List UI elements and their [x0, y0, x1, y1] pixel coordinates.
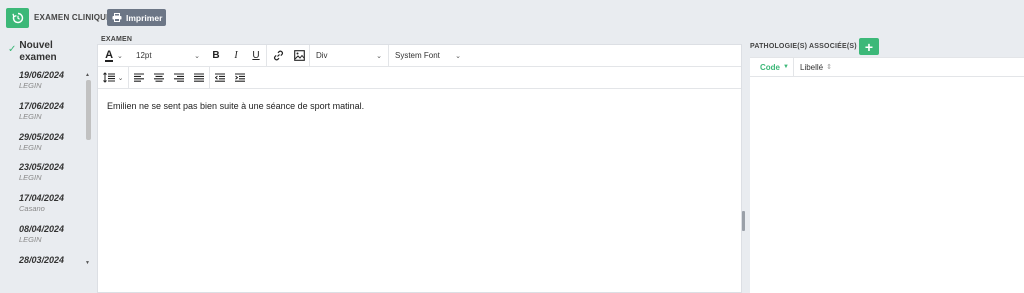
exam-date: 28/03/2024 — [19, 254, 65, 265]
new-exam-label-line2: examen — [19, 52, 57, 63]
align-left-icon — [134, 73, 144, 82]
exam-date: 19/06/2024 — [19, 70, 65, 80]
indent-icon — [235, 73, 245, 82]
scroll-down-arrow-icon[interactable]: ▼ — [85, 260, 90, 266]
column-header-libelle[interactable]: Libellé ⇕ — [794, 63, 832, 72]
sort-descending-icon: ▼ — [783, 64, 789, 70]
exam-date: 08/04/2024 — [19, 223, 65, 234]
font-family-value: System Font — [395, 51, 440, 60]
exam-list-item[interactable]: 28/03/2024 — [19, 255, 83, 286]
add-pathology-button[interactable]: + — [859, 38, 879, 55]
exam-list-item[interactable]: 17/04/2024 Casano — [19, 193, 83, 224]
align-right-icon — [174, 73, 184, 82]
text-color-button[interactable]: A ⌄ — [98, 45, 130, 67]
indent-button[interactable] — [230, 67, 250, 89]
exam-author: LEGIN — [19, 142, 42, 152]
column-header-code[interactable]: Code ▼ — [750, 57, 794, 77]
history-icon — [11, 12, 23, 24]
exam-history-list: ✓ Nouvel examen 19/06/2024 LEGIN 17/06/2… — [0, 36, 95, 293]
align-right-button[interactable] — [169, 67, 189, 89]
image-button[interactable] — [289, 45, 309, 67]
chevron-down-icon: ⌄ — [455, 52, 461, 60]
link-button[interactable] — [267, 45, 289, 67]
italic-button[interactable]: I — [226, 45, 246, 67]
exam-author: LEGIN — [19, 111, 42, 121]
block-format-value: Div — [316, 51, 328, 60]
print-button-label: Imprimer — [126, 12, 163, 23]
section-title: EXAMEN CLINIQUE — [34, 13, 112, 22]
list-scrollbar[interactable]: ▲ ▼ — [85, 72, 91, 266]
pathologies-table: Code ▼ Libellé ⇕ — [750, 57, 1024, 293]
align-center-button[interactable] — [149, 67, 169, 89]
line-height-button[interactable]: ⌄ — [98, 67, 128, 89]
align-center-icon — [154, 73, 164, 82]
editor-content[interactable]: Emilien ne se sent pas bien suite à une … — [107, 101, 364, 111]
justify-icon — [194, 73, 204, 82]
editor-label: EXAMEN — [101, 36, 133, 43]
new-exam-label-line1: Nouvel — [19, 40, 53, 51]
sort-icon: ⇕ — [826, 64, 833, 71]
scroll-thumb[interactable] — [86, 80, 91, 140]
editor-toolbar-row-2: ⌄ — [98, 66, 741, 89]
font-size-select[interactable]: 12pt ⌄ — [130, 45, 206, 67]
editor-toolbar-row-1: A ⌄ 12pt ⌄ B I U Div ⌄ System Font ⌄ — [98, 44, 741, 67]
column-code-label: Code — [760, 62, 780, 72]
table-header: Code ▼ Libellé ⇕ — [750, 57, 1024, 77]
print-button[interactable]: Imprimer — [107, 9, 166, 26]
history-button[interactable] — [6, 8, 29, 28]
justify-button[interactable] — [189, 67, 209, 89]
scroll-up-arrow-icon[interactable]: ▲ — [85, 72, 90, 78]
image-icon — [293, 50, 305, 61]
outdent-button[interactable] — [210, 67, 230, 89]
pathologies-title: PATHOLOGIE(S) ASSOCIÉE(S) — [750, 43, 857, 50]
line-height-icon — [102, 72, 115, 83]
align-left-button[interactable] — [129, 67, 149, 89]
exam-list-item[interactable]: 23/05/2024 LEGIN — [19, 162, 83, 193]
block-format-select[interactable]: Div ⌄ — [310, 45, 388, 67]
outdent-icon — [215, 73, 225, 82]
exam-author: LEGIN — [19, 173, 42, 183]
pathologies-header: PATHOLOGIE(S) ASSOCIÉE(S) + — [745, 36, 1024, 57]
chevron-down-icon: ⌄ — [376, 52, 382, 60]
chevron-down-icon: ⌄ — [194, 52, 200, 60]
pathologies-panel: PATHOLOGIE(S) ASSOCIÉE(S) + Code ▼ Libel… — [745, 0, 1024, 293]
exam-author: LEGIN — [19, 81, 42, 90]
chevron-down-icon: ⌄ — [117, 52, 123, 60]
font-size-value: 12pt — [136, 51, 152, 60]
exam-date: 17/04/2024 — [19, 193, 65, 204]
chevron-down-icon: ⌄ — [117, 74, 124, 82]
exam-list-item[interactable]: 29/05/2024 LEGIN — [19, 132, 83, 163]
link-icon — [273, 50, 283, 61]
exam-list-item[interactable]: 19/06/2024 LEGIN — [19, 70, 83, 101]
text-color-icon: A — [105, 48, 114, 62]
check-icon: ✓ — [8, 44, 17, 55]
exam-list-item[interactable]: 08/04/2024 LEGIN — [19, 224, 83, 255]
exam-date: 29/05/2024 — [19, 131, 65, 142]
new-exam-item[interactable]: ✓ Nouvel examen — [8, 40, 57, 64]
exam-author: Casano — [19, 204, 45, 214]
underline-button[interactable]: U — [246, 45, 266, 67]
exam-list-item[interactable]: 17/06/2024 LEGIN — [19, 101, 83, 132]
font-family-select[interactable]: System Font ⌄ — [389, 45, 467, 67]
exam-author: LEGIN — [19, 234, 42, 244]
exam-date: 23/05/2024 — [19, 162, 65, 173]
exam-date: 17/06/2024 — [19, 100, 65, 111]
bold-icon: B — [212, 50, 220, 61]
printer-icon — [112, 13, 122, 22]
column-libelle-label: Libellé — [800, 62, 824, 72]
rich-text-editor[interactable]: A ⌄ 12pt ⌄ B I U Div ⌄ System Font ⌄ ⌄ E… — [97, 44, 742, 293]
bold-button[interactable]: B — [206, 45, 226, 67]
underline-icon: U — [252, 50, 260, 61]
italic-icon: I — [234, 50, 238, 61]
